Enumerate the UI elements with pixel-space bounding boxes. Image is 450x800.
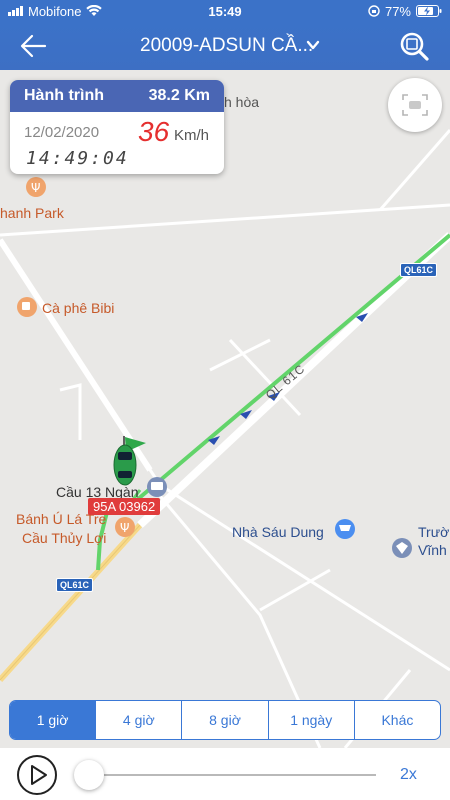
battery-charging-icon bbox=[416, 5, 442, 17]
range-option-1h[interactable]: 1 giờ bbox=[10, 701, 96, 739]
vehicle-plate-tag[interactable]: 95A 03962 bbox=[88, 498, 161, 515]
poi-park-label: hanh Park bbox=[0, 205, 64, 221]
trip-info-card: Hành trình 38.2 Km 12/02/2020 14:49:04 3… bbox=[10, 80, 224, 174]
rotation-lock-icon bbox=[368, 5, 380, 17]
main-road bbox=[0, 238, 153, 472]
playback-bar: 2x bbox=[0, 748, 450, 800]
svg-text:Ψ: Ψ bbox=[31, 181, 40, 195]
poi-nha-sau-dung-label: Nhà Sáu Dung bbox=[232, 524, 324, 540]
trip-label: Hành trình bbox=[24, 87, 104, 104]
play-button[interactable] bbox=[16, 754, 58, 796]
range-option-8h[interactable]: 8 giờ bbox=[181, 701, 267, 739]
range-option-1day[interactable]: 1 ngày bbox=[267, 701, 354, 739]
vehicle-car-icon bbox=[113, 444, 137, 486]
chevron-down-icon[interactable] bbox=[305, 37, 321, 53]
play-icon bbox=[31, 765, 47, 785]
road-shield-top: QL61C bbox=[400, 263, 438, 277]
road-shield-bottom: QL61C bbox=[56, 578, 94, 592]
map-view[interactable]: QL 61C Ψ Ψ h hòa hanh Park Cà phê Bibi C… bbox=[0, 70, 450, 748]
wifi-icon bbox=[86, 5, 103, 16]
app-header: 20009-ADSUN CẦ... bbox=[0, 22, 450, 70]
time-range-selector: 1 giờ 4 giờ 8 giờ 1 ngày Khác bbox=[9, 700, 441, 740]
playback-speed[interactable]: 2x bbox=[400, 766, 417, 784]
playback-slider-thumb[interactable] bbox=[74, 760, 104, 790]
poi-hoa-label: h hòa bbox=[224, 94, 260, 110]
trip-date: 12/02/2020 bbox=[24, 124, 100, 141]
minor-roads bbox=[0, 129, 450, 748]
playback-track[interactable] bbox=[92, 774, 376, 776]
poi-cafe-label: Cà phê Bibi bbox=[42, 300, 115, 316]
poi-banh-label-2: Cầu Thủy Lợi bbox=[22, 530, 107, 546]
trip-speed-unit: Km/h bbox=[174, 127, 210, 144]
status-right: 77% bbox=[368, 4, 442, 19]
carrier-name: Mobifone bbox=[28, 3, 82, 19]
search-zoom-icon[interactable] bbox=[398, 30, 430, 62]
trip-speed: 36 bbox=[138, 116, 170, 147]
range-option-other[interactable]: Khác bbox=[353, 701, 440, 739]
trip-time: 14:49:04 bbox=[26, 148, 129, 169]
svg-text:Ψ: Ψ bbox=[120, 521, 129, 535]
capture-button[interactable] bbox=[388, 78, 442, 132]
battery-percent: 77% bbox=[384, 3, 411, 19]
capture-frame-icon bbox=[402, 94, 428, 116]
status-bar: Mobifone 15:49 77% bbox=[0, 0, 450, 22]
range-option-4h[interactable]: 4 giờ bbox=[95, 701, 181, 739]
back-arrow-icon[interactable] bbox=[18, 32, 48, 60]
poi-truong-label-1: Trườ bbox=[418, 524, 450, 540]
vehicle-title[interactable]: 20009-ADSUN CẦ... bbox=[140, 35, 313, 57]
trip-card-header: Hành trình 38.2 Km bbox=[10, 80, 224, 112]
trip-distance: 38.2 Km bbox=[148, 87, 210, 104]
status-left: Mobifone bbox=[8, 4, 368, 19]
signal-icon bbox=[8, 6, 23, 16]
poi-truong-label-2: Vĩnh bbox=[418, 542, 447, 558]
